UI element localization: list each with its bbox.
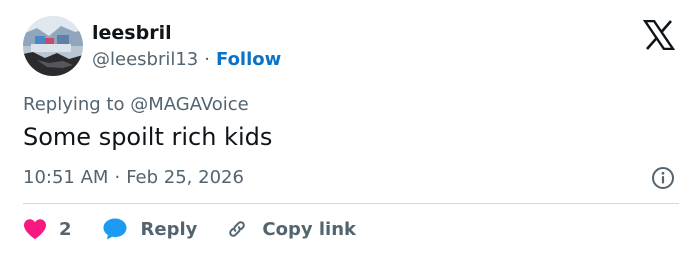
tweet-date: Feb 25, 2026 [126, 167, 244, 188]
x-logo-icon[interactable] [642, 19, 676, 51]
like-button[interactable]: 2 [23, 218, 72, 240]
author-name[interactable]: leesbril [92, 22, 172, 44]
reply-label: Reply [140, 218, 198, 240]
reply-context: Replying to @MAGAVoice [23, 94, 249, 115]
reply-mention-link[interactable]: @MAGAVoice [130, 94, 249, 115]
divider [23, 203, 679, 204]
reply-context-prefix: Replying to [23, 94, 125, 115]
follow-button[interactable]: Follow [216, 49, 281, 70]
avatar[interactable] [23, 16, 83, 76]
handle-separator: · [204, 49, 210, 70]
heart-icon [24, 219, 46, 239]
timestamp-separator: · [114, 167, 121, 188]
copy-link-label: Copy link [262, 218, 356, 240]
author-handle[interactable]: @leesbril13 [92, 49, 198, 70]
reply-button[interactable]: Reply [102, 217, 198, 241]
tweet-text: Some spoilt rich kids [23, 123, 273, 151]
link-icon [229, 221, 246, 237]
author-handle-line: @leesbril13 · Follow [92, 49, 281, 70]
copy-link-button[interactable]: Copy link [225, 217, 356, 241]
tweet-time: 10:51 AM [23, 167, 109, 188]
action-bar: 2 Reply Copy link [23, 214, 356, 244]
info-icon[interactable] [651, 166, 675, 190]
like-count: 2 [59, 218, 72, 240]
speech-bubble-icon [103, 218, 127, 240]
tweet-timestamp[interactable]: 10:51 AM · Feb 25, 2026 [23, 167, 244, 188]
